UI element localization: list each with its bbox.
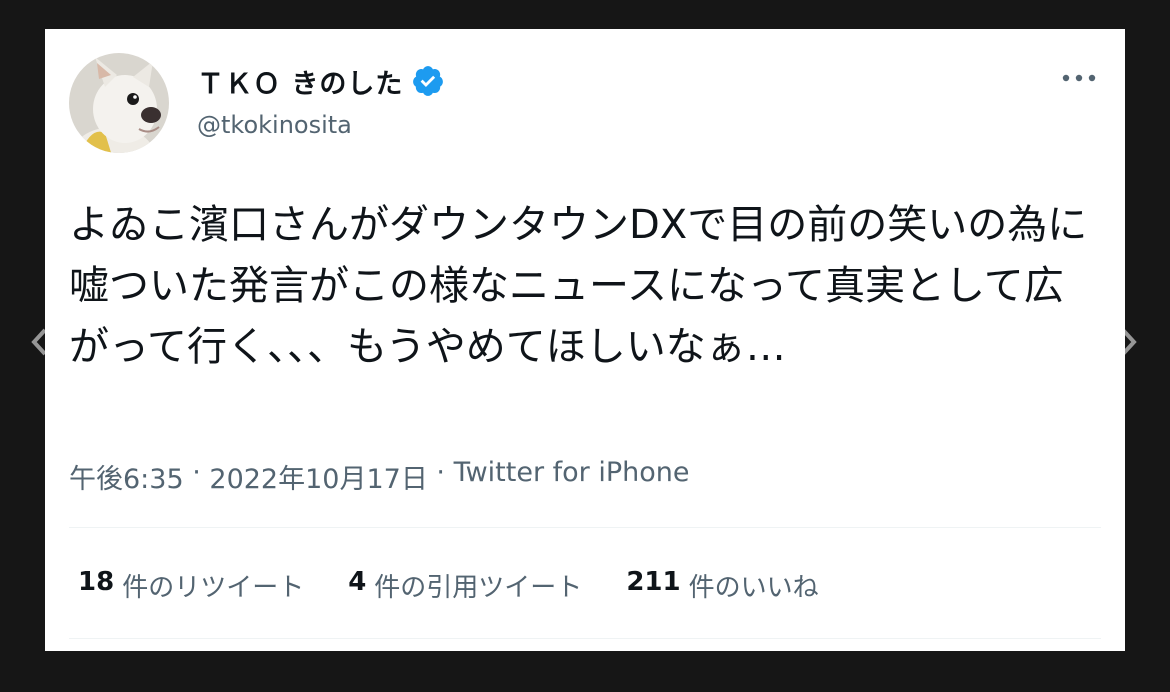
engagement-stats: 18 件のリツイート 4 件の引用ツイート 211 件のいいね bbox=[78, 567, 863, 604]
retweets-label: 件のリツイート bbox=[122, 573, 305, 603]
divider bbox=[69, 638, 1101, 639]
divider bbox=[69, 527, 1101, 528]
likes-stat[interactable]: 211 件のいいね bbox=[626, 567, 818, 604]
likes-count: 211 bbox=[626, 567, 681, 597]
quotes-label: 件の引用ツイート bbox=[374, 573, 583, 603]
tweet-source[interactable]: Twitter for iPhone bbox=[454, 457, 690, 496]
tweet-meta: 午後6:35 · 2022年10月17日 · Twitter for iPhon… bbox=[69, 457, 690, 496]
meta-separator: · bbox=[183, 457, 210, 488]
avatar[interactable] bbox=[69, 53, 169, 153]
more-options-button[interactable] bbox=[1057, 63, 1101, 93]
tweet-date[interactable]: 2022年10月17日 bbox=[209, 457, 427, 496]
likes-label: 件のいいね bbox=[688, 573, 819, 603]
tweet-card: ＴＫＯ きのした @tkokinosita よゐこ濱口さんがダウンタウンDXで目… bbox=[45, 29, 1125, 651]
display-name[interactable]: ＴＫＯ きのした bbox=[197, 62, 403, 101]
more-dots-icon bbox=[1062, 74, 1096, 82]
quotes-count: 4 bbox=[348, 567, 367, 597]
handle[interactable]: @tkokinosita bbox=[197, 111, 352, 139]
retweets-stat[interactable]: 18 件のリツイート bbox=[78, 567, 304, 604]
tweet-time[interactable]: 午後6:35 bbox=[69, 457, 184, 496]
quotes-stat[interactable]: 4 件の引用ツイート bbox=[348, 567, 582, 604]
meta-separator: · bbox=[427, 457, 454, 488]
verified-badge-icon bbox=[413, 66, 444, 96]
tweet-text: よゐこ濱口さんがダウンタウンDXで目の前の笑いの為に嘘ついた発言がこの様なニュー… bbox=[69, 202, 1088, 370]
lightbox-stage: ＴＫＯ きのした @tkokinosita よゐこ濱口さんがダウンタウンDXで目… bbox=[0, 0, 1170, 692]
author-name-row: ＴＫＯ きのした bbox=[197, 62, 445, 101]
avatar-image bbox=[69, 53, 169, 153]
retweets-count: 18 bbox=[78, 567, 115, 597]
